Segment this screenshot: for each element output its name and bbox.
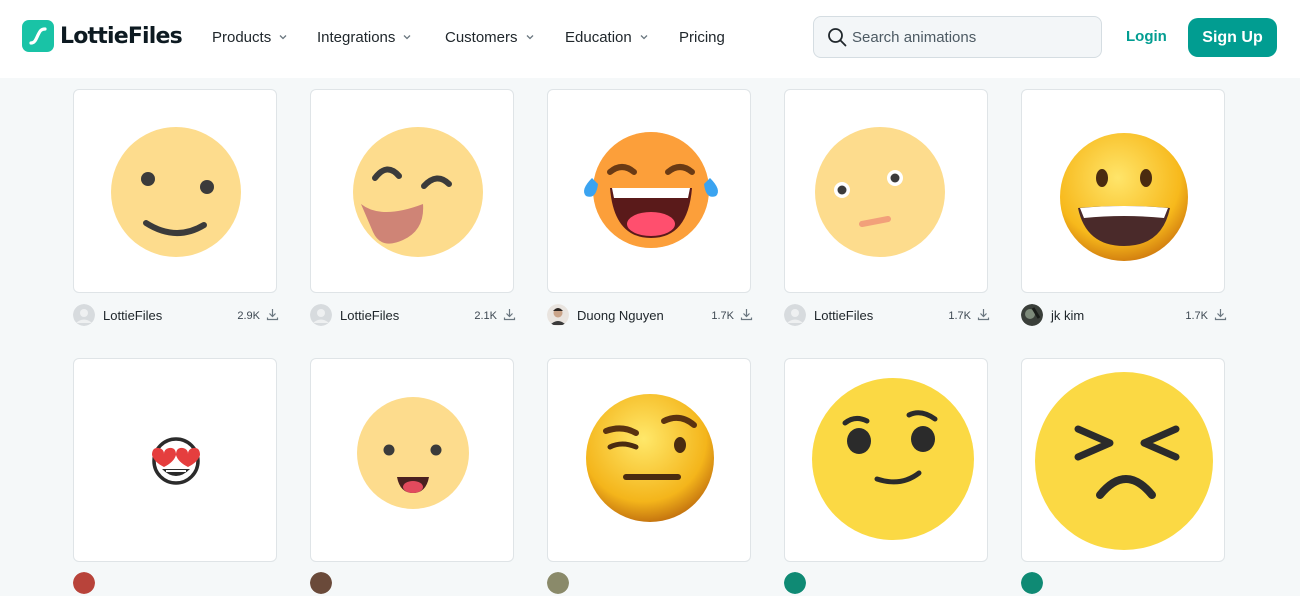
animation-card-meta [784, 572, 990, 596]
author-name[interactable]: jk kim [1051, 308, 1084, 323]
avatar[interactable] [73, 572, 95, 594]
nav-customers-label: Customers [445, 28, 518, 46]
tongue-out-flat-emoji [357, 397, 469, 509]
animation-card-meta [547, 572, 753, 596]
raised-eyebrow-3d-emoji [586, 394, 714, 522]
animation-card-thumbnail[interactable] [784, 89, 988, 293]
smile-flat-emoji [111, 127, 241, 257]
animation-card-meta [1021, 572, 1227, 596]
download-count: 1.7K [1185, 310, 1208, 322]
lottiefiles-logo[interactable]: LottieFiles [22, 20, 183, 52]
nav-integrations-label: Integrations [317, 28, 396, 46]
animation-card-thumbnail[interactable] [310, 358, 514, 562]
author-name[interactable]: LottieFiles [103, 308, 162, 323]
download-icon[interactable] [266, 308, 279, 321]
brand-name: LottieFiles [60, 23, 183, 49]
nav-customers[interactable]: Customers [445, 27, 535, 47]
top-navbar: LottieFiles Products Integrations Custom… [0, 0, 1300, 78]
download-count: 1.7K [711, 310, 734, 322]
nav-pricing-label: Pricing [679, 28, 725, 46]
animation-card-meta: jk kim 1.7K [1021, 304, 1227, 328]
laughing-tears-emoji [584, 132, 718, 248]
chevron-down-icon [403, 35, 411, 40]
animation-card-meta: LottieFiles 1.7K [784, 304, 990, 328]
avatar[interactable] [310, 572, 332, 594]
nav-education-label: Education [565, 28, 632, 46]
nav-products[interactable]: Products [212, 27, 288, 47]
avatar[interactable] [784, 304, 806, 326]
animation-card-thumbnail[interactable] [547, 358, 751, 562]
animation-card-thumbnail[interactable] [1021, 89, 1225, 293]
chevron-down-icon [526, 35, 533, 40]
author-name[interactable]: LottieFiles [814, 308, 873, 323]
smirk-yellow-emoji [812, 378, 974, 540]
nav-pricing[interactable]: Pricing [679, 27, 725, 47]
avatar[interactable] [1021, 572, 1043, 594]
search-input[interactable] [852, 26, 1087, 48]
heart-eyes-emoji [152, 437, 200, 485]
avatar[interactable] [547, 304, 569, 326]
nav-products-label: Products [212, 28, 272, 46]
animation-card-thumbnail[interactable] [310, 89, 514, 293]
tongue-wink-flat-emoji [353, 127, 483, 257]
chevron-down-icon [640, 35, 648, 40]
download-count: 2.9K [237, 310, 260, 322]
animation-card-meta: LottieFiles 2.1K [310, 304, 516, 328]
animation-card-meta: Duong Nguyen 1.7K [547, 304, 753, 328]
download-icon[interactable] [977, 308, 990, 321]
author-name[interactable]: LottieFiles [340, 308, 399, 323]
chevron-down-icon [279, 35, 287, 40]
animation-card-thumbnail[interactable] [1021, 358, 1225, 562]
author-name[interactable]: Duong Nguyen [577, 308, 664, 323]
download-icon[interactable] [1214, 308, 1227, 321]
download-icon[interactable] [740, 308, 753, 321]
avatar[interactable] [784, 572, 806, 594]
login-link[interactable]: Login [1126, 28, 1167, 45]
squinting-upset-emoji [1035, 372, 1213, 550]
confused-flat-emoji [815, 127, 945, 257]
avatar[interactable] [1021, 304, 1043, 326]
animation-card-thumbnail[interactable] [73, 358, 277, 562]
signup-button[interactable]: Sign Up [1188, 18, 1277, 57]
nav-integrations[interactable]: Integrations [317, 27, 412, 47]
animation-card-meta [310, 572, 516, 596]
download-count: 2.1K [474, 310, 497, 322]
search-bar[interactable] [813, 16, 1102, 58]
search-icon [828, 28, 847, 47]
lottiefiles-logo-icon [22, 20, 54, 52]
grinning-3d-emoji [1060, 133, 1188, 261]
download-icon[interactable] [503, 308, 516, 321]
avatar[interactable] [547, 572, 569, 594]
animation-card-thumbnail[interactable] [73, 89, 277, 293]
animation-card-meta: LottieFiles 2.9K [73, 304, 279, 328]
download-count: 1.7K [948, 310, 971, 322]
animation-card-thumbnail[interactable] [547, 89, 751, 293]
avatar[interactable] [73, 304, 95, 326]
animation-card-thumbnail[interactable] [784, 358, 988, 562]
nav-education[interactable]: Education [565, 27, 649, 47]
avatar[interactable] [310, 304, 332, 326]
animation-card-meta [73, 572, 279, 596]
